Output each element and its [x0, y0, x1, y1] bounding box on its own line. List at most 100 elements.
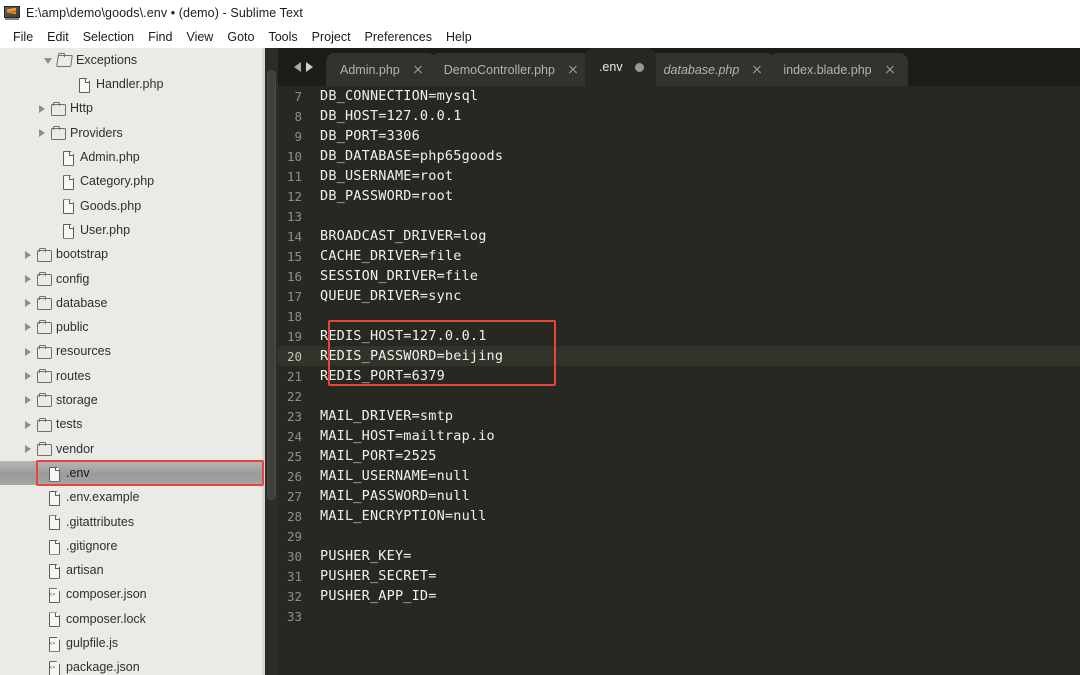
file-icon: [76, 77, 91, 92]
line-number: 29: [278, 529, 320, 544]
tree-item-package-json[interactable]: package.json: [0, 655, 265, 675]
menu-item-tools[interactable]: Tools: [261, 29, 304, 45]
menu-item-find[interactable]: Find: [141, 29, 179, 45]
tab-admin-php[interactable]: Admin.php: [326, 53, 436, 86]
menu-item-help[interactable]: Help: [439, 29, 479, 45]
code-line[interactable]: 14BROADCAST_DRIVER=log: [278, 226, 1080, 246]
tree-spacer: [47, 200, 58, 211]
tree-item-handler-php[interactable]: Handler.php: [0, 72, 265, 96]
code-text: REDIS_HOST=127.0.0.1: [320, 328, 487, 344]
menu-item-view[interactable]: View: [179, 29, 220, 45]
tab-democontroller-php[interactable]: DemoController.php: [430, 53, 591, 86]
menu-item-file[interactable]: File: [6, 29, 40, 45]
tab-database-php[interactable]: database.php: [650, 53, 776, 86]
tree-spacer: [33, 638, 44, 649]
code-line[interactable]: 16SESSION_DRIVER=file: [278, 266, 1080, 286]
menu-item-edit[interactable]: Edit: [40, 29, 76, 45]
code-line[interactable]: 17QUEUE_DRIVER=sync: [278, 286, 1080, 306]
tree-item-bootstrap[interactable]: bootstrap: [0, 242, 265, 266]
chevron-down-icon[interactable]: [43, 55, 54, 66]
code-line[interactable]: 22: [278, 386, 1080, 406]
menu-item-selection[interactable]: Selection: [76, 29, 141, 45]
line-number: 19: [278, 329, 320, 344]
chevron-right-icon[interactable]: [23, 249, 34, 260]
tree-item-vendor[interactable]: vendor: [0, 437, 265, 461]
menu-item-project[interactable]: Project: [305, 29, 358, 45]
code-line[interactable]: 31PUSHER_SECRET=: [278, 566, 1080, 586]
menu-item-preferences[interactable]: Preferences: [358, 29, 439, 45]
code-editor[interactable]: 7DB_CONNECTION=mysql8DB_HOST=127.0.0.19D…: [278, 86, 1080, 675]
tree-spacer: [33, 468, 44, 479]
close-icon[interactable]: [884, 64, 896, 76]
tree-item-database[interactable]: database: [0, 291, 265, 315]
tree-item-dot-env-example[interactable]: .env.example: [0, 485, 265, 509]
code-line[interactable]: 28MAIL_ENCRYPTION=null: [278, 506, 1080, 526]
tree-spacer: [33, 589, 44, 600]
code-line[interactable]: 9DB_PORT=3306: [278, 126, 1080, 146]
tab-navigation[interactable]: [284, 57, 322, 77]
code-line[interactable]: 27MAIL_PASSWORD=null: [278, 486, 1080, 506]
close-icon[interactable]: [412, 64, 424, 76]
tree-item-artisan[interactable]: artisan: [0, 558, 265, 582]
tree-item-gulpfile-js[interactable]: gulpfile.js: [0, 631, 265, 655]
code-line[interactable]: 29: [278, 526, 1080, 546]
code-line[interactable]: 11DB_USERNAME=root: [278, 166, 1080, 186]
chevron-right-icon[interactable]: [37, 103, 48, 114]
code-line[interactable]: 30PUSHER_KEY=: [278, 546, 1080, 566]
chevron-right-icon[interactable]: [23, 419, 34, 430]
tree-item-composer-json[interactable]: composer.json: [0, 583, 265, 607]
code-line[interactable]: 33: [278, 606, 1080, 626]
code-line[interactable]: 18: [278, 306, 1080, 326]
chevron-right-icon[interactable]: [23, 371, 34, 382]
code-line[interactable]: 23MAIL_DRIVER=smtp: [278, 406, 1080, 426]
tree-item-category-php[interactable]: Category.php: [0, 169, 265, 193]
tree-item-dot-env[interactable]: .env: [0, 461, 265, 485]
code-line[interactable]: 13: [278, 206, 1080, 226]
unsaved-changes-dot-icon: [635, 63, 644, 72]
code-line[interactable]: 25MAIL_PORT=2525: [278, 446, 1080, 466]
close-icon[interactable]: [567, 64, 579, 76]
tree-item-providers[interactable]: Providers: [0, 121, 265, 145]
tree-item-user-php[interactable]: User.php: [0, 218, 265, 242]
tree-item-public[interactable]: public: [0, 315, 265, 339]
tree-item-resources[interactable]: resources: [0, 340, 265, 364]
code-line[interactable]: 15CACHE_DRIVER=file: [278, 246, 1080, 266]
code-line[interactable]: 8DB_HOST=127.0.0.1: [278, 106, 1080, 126]
code-line[interactable]: 7DB_CONNECTION=mysql: [278, 86, 1080, 106]
code-line[interactable]: 10DB_DATABASE=php65goods: [278, 146, 1080, 166]
chevron-right-icon[interactable]: [23, 395, 34, 406]
tab-dot-env[interactable]: .env: [585, 48, 656, 86]
code-line[interactable]: 24MAIL_HOST=mailtrap.io: [278, 426, 1080, 446]
code-line[interactable]: 20REDIS_PASSWORD=beijing: [278, 346, 1080, 366]
tree-item-dot-gitattributes[interactable]: .gitattributes: [0, 510, 265, 534]
tree-item-composer-lock[interactable]: composer.lock: [0, 607, 265, 631]
close-icon[interactable]: [751, 64, 763, 76]
chevron-right-icon[interactable]: [23, 322, 34, 333]
chevron-right-icon[interactable]: [23, 273, 34, 284]
sidebar-scrollbar[interactable]: [265, 48, 278, 675]
tree-item-config[interactable]: config: [0, 267, 265, 291]
code-line[interactable]: 19REDIS_HOST=127.0.0.1: [278, 326, 1080, 346]
tree-item-routes[interactable]: routes: [0, 364, 265, 388]
tree-item-exceptions[interactable]: Exceptions: [0, 48, 265, 72]
chevron-right-icon[interactable]: [23, 443, 34, 454]
code-line[interactable]: 12DB_PASSWORD=root: [278, 186, 1080, 206]
tab-index-blade-php[interactable]: index.blade.php: [769, 53, 907, 86]
chevron-right-icon[interactable]: [23, 298, 34, 309]
tab-next-arrow-icon[interactable]: [306, 62, 313, 72]
menu-item-goto[interactable]: Goto: [220, 29, 261, 45]
code-line[interactable]: 32PUSHER_APP_ID=: [278, 586, 1080, 606]
code-line[interactable]: 26MAIL_USERNAME=null: [278, 466, 1080, 486]
tree-item-admin-php[interactable]: Admin.php: [0, 145, 265, 169]
sidebar-scrollbar-thumb[interactable]: [267, 70, 276, 500]
tree-item-tests[interactable]: tests: [0, 412, 265, 436]
tree-item-http[interactable]: Http: [0, 97, 265, 121]
tab-prev-arrow-icon[interactable]: [294, 62, 301, 72]
tree-item-dot-gitignore[interactable]: .gitignore: [0, 534, 265, 558]
chevron-right-icon[interactable]: [23, 346, 34, 357]
tree-item-storage[interactable]: storage: [0, 388, 265, 412]
sidebar-file-tree[interactable]: ExceptionsHandler.phpHttpProvidersAdmin.…: [0, 48, 265, 675]
chevron-right-icon[interactable]: [37, 128, 48, 139]
code-line[interactable]: 21REDIS_PORT=6379: [278, 366, 1080, 386]
tree-item-goods-php[interactable]: Goods.php: [0, 194, 265, 218]
